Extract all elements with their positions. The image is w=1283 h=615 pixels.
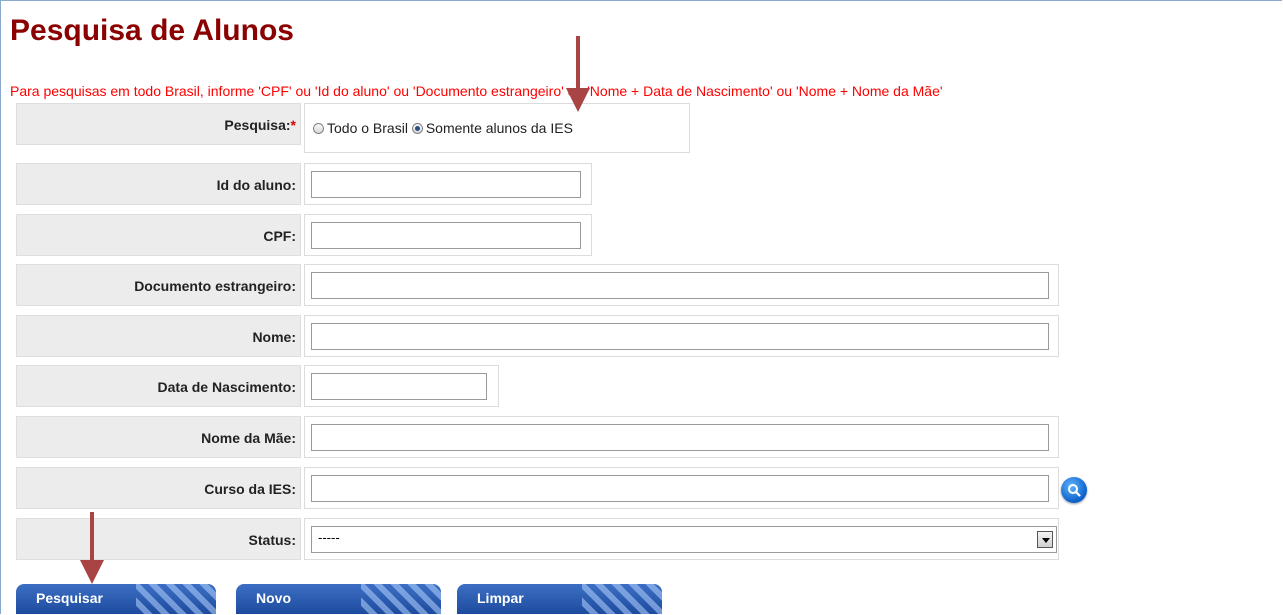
pesquisa-radio-group: Todo o Brasil Somente alunos da IES (313, 120, 573, 136)
curso-label: Curso da IES: (204, 481, 296, 497)
curso-ies-input[interactable] (311, 475, 1049, 502)
button-stripes (361, 584, 441, 614)
pesquisa-label: Pesquisa: (224, 117, 291, 133)
pesquisar-button-label: Pesquisar (36, 590, 103, 606)
id-field-cell (304, 163, 592, 205)
annotation-arrow-icon (80, 512, 104, 584)
button-stripes (136, 584, 216, 614)
page-title: Pesquisa de Alunos (10, 14, 294, 47)
nasc-field-cell (304, 365, 499, 407)
annotation-arrow-icon (566, 36, 590, 112)
status-field-cell: ----- (304, 518, 1059, 560)
nasc-label-cell: Data de Nascimento: (16, 365, 301, 407)
cpf-label-cell: CPF: (16, 214, 301, 256)
data-nascimento-input[interactable] (311, 373, 487, 400)
doc-label: Documento estrangeiro: (134, 278, 296, 294)
cpf-field-cell (304, 214, 592, 256)
radio-todo-brasil-button[interactable] (313, 123, 324, 134)
required-mark: * (290, 117, 296, 133)
button-stripes (582, 584, 662, 614)
id-label-cell: Id do aluno: (16, 163, 301, 205)
radio-somente-ies-button[interactable] (411, 123, 423, 134)
limpar-button[interactable]: Limpar (457, 584, 662, 614)
radio-somente-ies-label[interactable]: Somente alunos da IES (426, 120, 573, 136)
cpf-input[interactable] (311, 222, 581, 249)
status-label: Status: (248, 532, 296, 548)
doc-label-cell: Documento estrangeiro: (16, 264, 301, 306)
search-hint: Para pesquisas em todo Brasil, informe '… (10, 83, 943, 99)
status-label-cell: Status: (16, 518, 301, 560)
nome-label: Nome: (252, 329, 296, 345)
mae-label: Nome da Mãe: (201, 430, 296, 446)
radio-somente-ies[interactable]: Somente alunos da IES (411, 120, 573, 136)
chevron-down-icon[interactable] (1037, 531, 1053, 548)
nome-field-cell (304, 315, 1059, 357)
status-selected-value: ----- (318, 530, 340, 545)
novo-button[interactable]: Novo (236, 584, 441, 614)
doc-field-cell (304, 264, 1059, 306)
nome-input[interactable] (311, 323, 1049, 350)
nome-label-cell: Nome: (16, 315, 301, 357)
mae-field-cell (304, 416, 1059, 458)
nome-mae-input[interactable] (311, 424, 1049, 451)
search-icon[interactable] (1061, 477, 1087, 503)
limpar-button-label: Limpar (477, 590, 524, 606)
cpf-label: CPF: (263, 228, 296, 244)
radio-todo-brasil-label[interactable]: Todo o Brasil (327, 120, 408, 136)
pesquisa-field-cell: Todo o Brasil Somente alunos da IES (304, 103, 690, 153)
pesquisa-label-cell: Pesquisa:* (16, 103, 301, 145)
mae-label-cell: Nome da Mãe: (16, 416, 301, 458)
id-label: Id do aluno: (216, 177, 296, 193)
pesquisar-button[interactable]: Pesquisar (16, 584, 216, 614)
radio-todo-brasil[interactable]: Todo o Brasil (313, 120, 408, 136)
novo-button-label: Novo (256, 590, 291, 606)
status-select[interactable]: ----- (311, 526, 1057, 553)
documento-estrangeiro-input[interactable] (311, 272, 1049, 299)
nasc-label: Data de Nascimento: (157, 379, 296, 395)
id-aluno-input[interactable] (311, 171, 581, 198)
curso-field-cell (304, 467, 1059, 509)
curso-label-cell: Curso da IES: (16, 467, 301, 509)
